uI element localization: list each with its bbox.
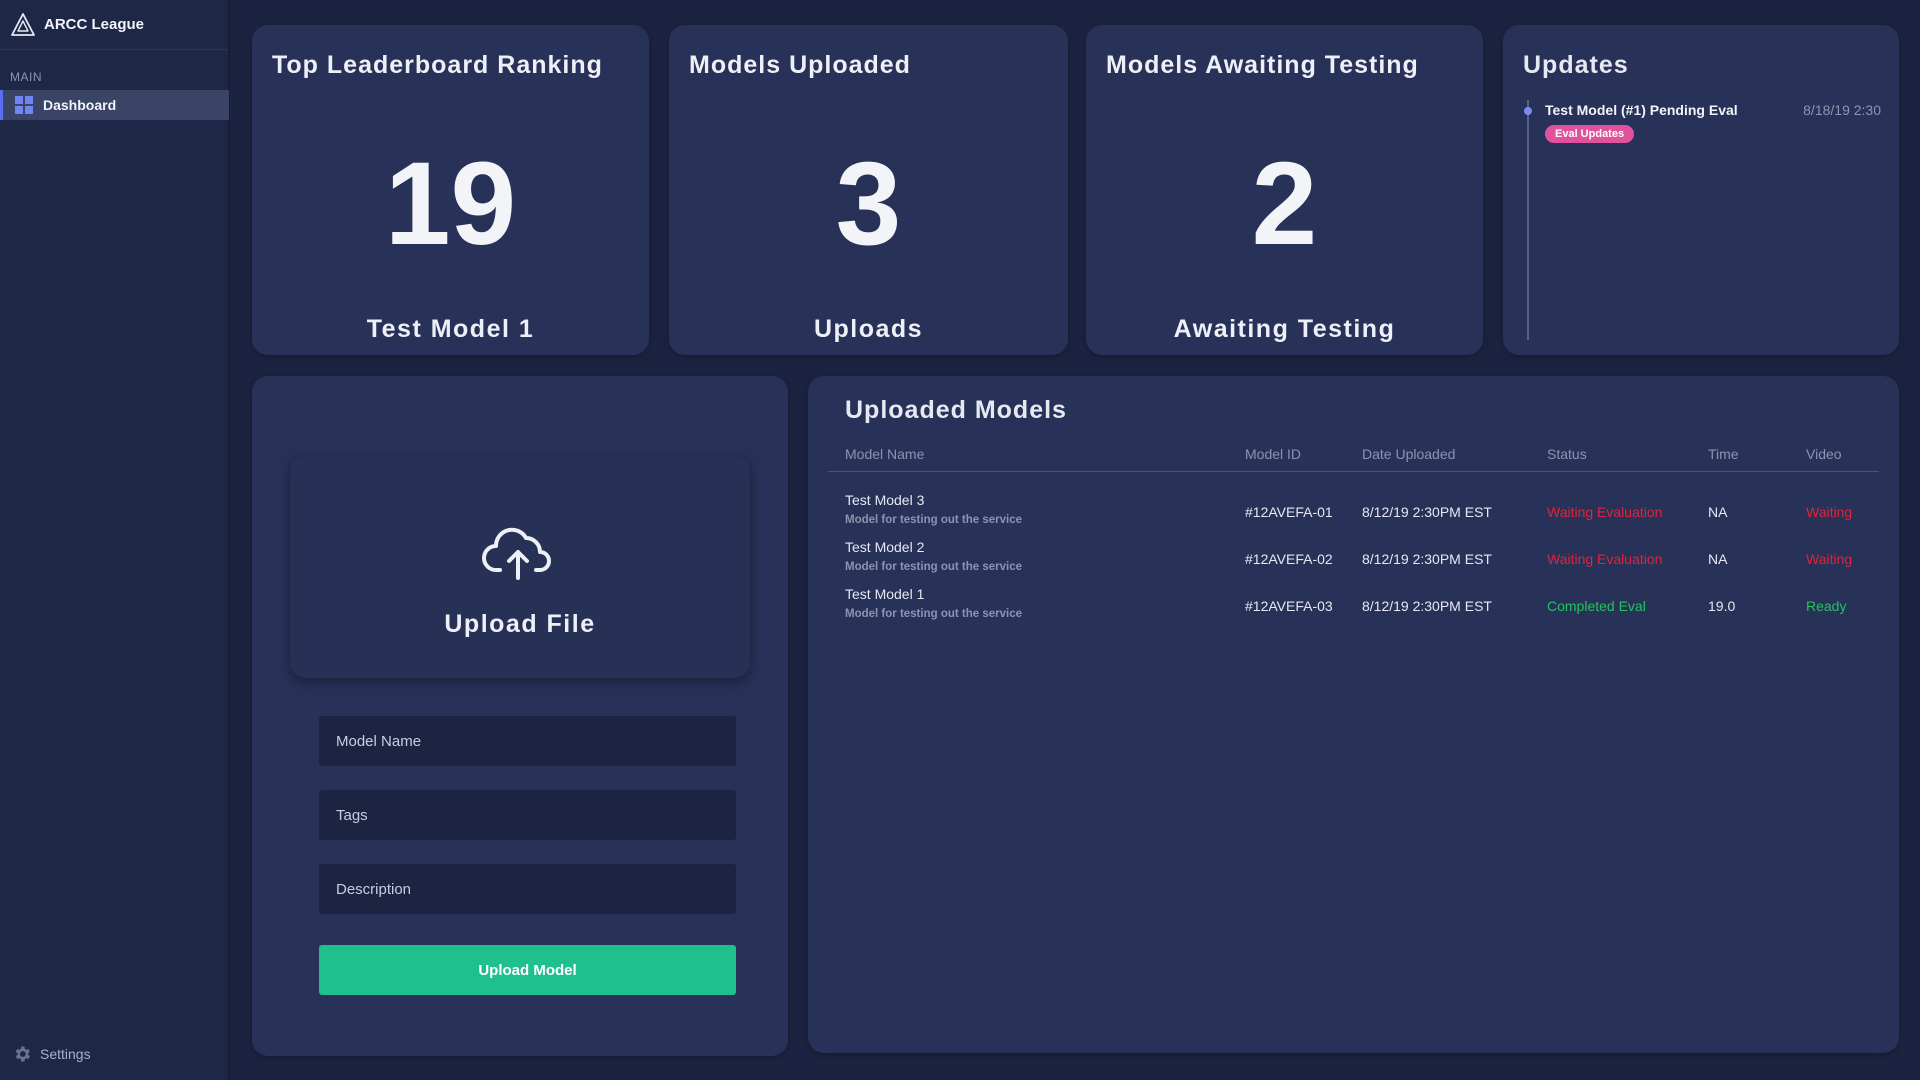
- updates-card: Updates Test Model (#1) Pending Eval 8/1…: [1503, 25, 1899, 355]
- row-date-uploaded: 8/12/19 2:30PM EST: [1362, 504, 1492, 520]
- gear-icon: [15, 1046, 31, 1062]
- arcc-logo-icon: [11, 12, 35, 36]
- stat-caption: Awaiting Testing: [1173, 315, 1396, 343]
- dashboard-app: ARCC League MAIN Dashboard Settings Top …: [0, 0, 1920, 1080]
- stat-title: Models Uploaded: [689, 51, 911, 79]
- cloud-upload-icon: [482, 527, 551, 580]
- stat-title: Models Awaiting Testing: [1106, 51, 1419, 79]
- table-row[interactable]: Test Model 2 Model for testing out the s…: [828, 537, 1879, 583]
- table-header: Model Name Model ID Date Uploaded Status…: [828, 444, 1879, 472]
- column-header-model-id[interactable]: Model ID: [1245, 446, 1301, 462]
- settings-link[interactable]: Settings: [12, 1044, 91, 1064]
- upload-model-button[interactable]: Upload Model: [319, 945, 736, 995]
- upload-card: Upload File Upload Model: [252, 376, 788, 1056]
- timeline-dot: [1524, 107, 1532, 115]
- column-header-date-uploaded[interactable]: Date Uploaded: [1362, 446, 1455, 462]
- row-model-name: Test Model 3: [845, 492, 925, 508]
- stat-value: 2: [1251, 138, 1318, 270]
- brand-name: ARCC League: [44, 16, 145, 33]
- row-model-description: Model for testing out the service: [845, 608, 1022, 620]
- settings-label: Settings: [40, 1046, 91, 1062]
- row-video-status[interactable]: Waiting: [1806, 504, 1852, 520]
- row-model-id: #12AVEFA-02: [1245, 551, 1333, 567]
- row-video-status[interactable]: Ready: [1806, 598, 1846, 614]
- column-header-status[interactable]: Status: [1547, 446, 1587, 462]
- upload-dropzone[interactable]: Upload File: [290, 456, 750, 678]
- upload-dropzone-label: Upload File: [444, 610, 596, 638]
- update-item-time: 8/18/19 2:30: [1803, 102, 1881, 118]
- tags-input[interactable]: [319, 790, 736, 840]
- update-item-text[interactable]: Test Model (#1) Pending Eval: [1545, 102, 1738, 118]
- sidebar: ARCC League MAIN Dashboard Settings: [0, 0, 230, 1080]
- row-model-description: Model for testing out the service: [845, 514, 1022, 526]
- stat-card-leaderboard: Top Leaderboard Ranking 19 Test Model 1: [252, 25, 649, 355]
- brand[interactable]: ARCC League: [0, 0, 228, 50]
- stat-card-models-uploaded: Models Uploaded 3 Uploads: [669, 25, 1068, 355]
- grid-icon: [15, 96, 33, 114]
- stat-card-awaiting-testing: Models Awaiting Testing 2 Awaiting Testi…: [1086, 25, 1483, 355]
- table-title: Uploaded Models: [845, 396, 1067, 424]
- update-item-badge[interactable]: Eval Updates: [1545, 125, 1635, 143]
- updates-title: Updates: [1523, 51, 1629, 79]
- row-date-uploaded: 8/12/19 2:30PM EST: [1362, 598, 1492, 614]
- sidebar-item-label: Dashboard: [43, 97, 117, 113]
- model-name-input[interactable]: [319, 716, 736, 766]
- timeline-line: [1527, 100, 1529, 340]
- row-model-id: #12AVEFA-03: [1245, 598, 1333, 614]
- row-model-description: Model for testing out the service: [845, 561, 1022, 573]
- sidebar-section-label: MAIN: [10, 70, 42, 84]
- stat-caption: Test Model 1: [366, 315, 535, 343]
- description-input[interactable]: [319, 864, 736, 914]
- row-time: NA: [1708, 551, 1728, 567]
- row-time: NA: [1708, 504, 1728, 520]
- row-status: Waiting Evaluation: [1547, 551, 1663, 567]
- row-status: Completed Eval: [1547, 598, 1646, 614]
- column-header-time[interactable]: Time: [1708, 446, 1739, 462]
- stat-caption: Uploads: [813, 315, 924, 343]
- row-time: 19.0: [1708, 598, 1736, 614]
- table-row[interactable]: Test Model 3 Model for testing out the s…: [828, 490, 1879, 536]
- stat-value: 19: [384, 138, 517, 270]
- stat-value: 3: [835, 138, 902, 270]
- uploaded-models-card: Uploaded Models Model Name Model ID Date…: [808, 376, 1899, 1053]
- row-status: Waiting Evaluation: [1547, 504, 1663, 520]
- table-row[interactable]: Test Model 1 Model for testing out the s…: [828, 584, 1879, 630]
- column-header-model-name[interactable]: Model Name: [845, 446, 924, 462]
- column-header-video[interactable]: Video: [1806, 446, 1842, 462]
- row-model-name: Test Model 2: [845, 539, 925, 555]
- row-model-id: #12AVEFA-01: [1245, 504, 1333, 520]
- row-video-status[interactable]: Waiting: [1806, 551, 1852, 567]
- row-date-uploaded: 8/12/19 2:30PM EST: [1362, 551, 1492, 567]
- row-model-name: Test Model 1: [845, 586, 925, 602]
- sidebar-item-dashboard[interactable]: Dashboard: [0, 90, 229, 120]
- stat-title: Top Leaderboard Ranking: [272, 51, 603, 79]
